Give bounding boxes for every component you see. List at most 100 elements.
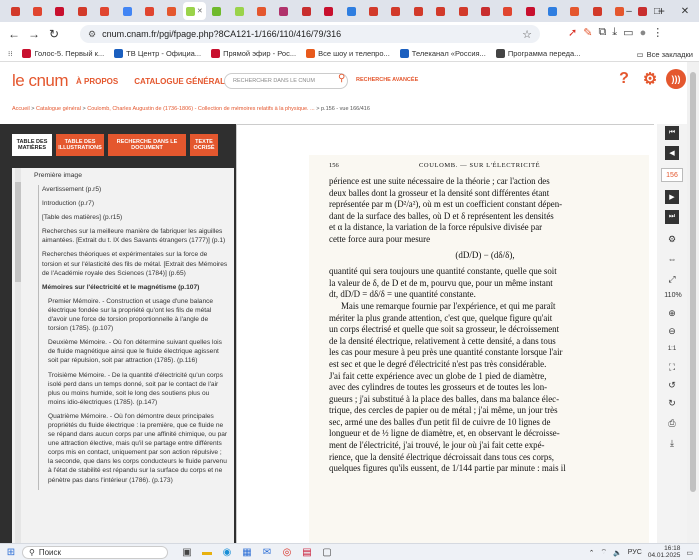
browser-tab[interactable]: [161, 2, 183, 20]
browser-tab[interactable]: [71, 2, 93, 20]
sidebar-icon[interactable]: ▭: [623, 26, 633, 39]
tab-table-of-contents[interactable]: TABLE DES MATIÈRES: [12, 134, 52, 156]
browser-tab[interactable]: [385, 2, 407, 20]
rss-icon[interactable]: ))): [666, 69, 686, 89]
browser-tab[interactable]: [138, 2, 160, 20]
toc-item[interactable]: Recherches théoriques et expérimentales …: [42, 250, 228, 277]
bookmark-star-icon[interactable]: ☆: [522, 28, 532, 41]
bookmark-item[interactable]: Телеканал «Россия...: [399, 49, 486, 58]
minimize-button[interactable]: –: [615, 6, 643, 17]
breadcrumb-document[interactable]: Coulomb, Charles Augustin de (1736-1806)…: [87, 106, 314, 112]
browser-scrollbar[interactable]: [687, 62, 699, 543]
tray-chevron-icon[interactable]: ⌃: [589, 549, 595, 557]
windows-start-icon[interactable]: ⊞: [0, 547, 22, 558]
toc-item[interactable]: Deuxième Mémoire. - Où l'on détermine su…: [48, 338, 228, 365]
downloads-icon[interactable]: ⤓: [612, 26, 617, 39]
toc-item[interactable]: Avertissement (p.r5): [42, 185, 228, 194]
zoom-in-icon[interactable]: ⊕: [665, 306, 679, 320]
browser-tab[interactable]: [362, 2, 384, 20]
page-settings-icon[interactable]: ⚙: [665, 232, 679, 246]
browser-tab[interactable]: [541, 2, 563, 20]
browser-tab[interactable]: [116, 2, 138, 20]
browser-tab[interactable]: [206, 2, 228, 20]
browser-tab[interactable]: [586, 2, 608, 20]
toc-item[interactable]: Recherches sur la meilleure manière de f…: [42, 227, 228, 245]
browser-tab[interactable]: [407, 2, 429, 20]
volume-icon[interactable]: 🔈: [613, 549, 622, 557]
tab-search-document[interactable]: RECHERCHE DANS LE DOCUMENT: [108, 134, 186, 156]
bookmark-item[interactable]: Голос-5. Первый к...: [22, 49, 104, 58]
rotate-right-icon[interactable]: ↻: [665, 396, 679, 410]
browser-tab[interactable]: [250, 2, 272, 20]
browser-tab[interactable]: [429, 2, 451, 20]
search-icon[interactable]: ⚲: [338, 73, 345, 84]
acrobat-icon[interactable]: ▤: [300, 546, 314, 559]
toc-first-image[interactable]: Première image: [34, 172, 82, 179]
toc-scrollbar-thumb[interactable]: [15, 182, 21, 282]
bookmark-item[interactable]: ТВ Центр - Официа...: [114, 49, 201, 58]
first-page-icon[interactable]: ⏮: [665, 126, 679, 140]
site-info-icon[interactable]: ⚙: [88, 29, 96, 40]
mail-icon[interactable]: ✉: [260, 546, 274, 559]
download-icon[interactable]: ⤓: [665, 436, 679, 450]
network-icon[interactable]: ⌔: [600, 548, 607, 557]
maximize-button[interactable]: □: [643, 6, 671, 17]
toc-item[interactable]: Premier Mémoire. - Construction et usage…: [48, 297, 228, 333]
breadcrumb-home[interactable]: Accueil: [12, 106, 30, 112]
tab-ocr-text[interactable]: TEXTE OCRISÉ: [190, 134, 218, 156]
browser-tab[interactable]: [228, 2, 250, 20]
toc-item[interactable]: Mémoires sur l'électricité et le magnéti…: [42, 283, 228, 292]
browser-tab[interactable]: [4, 2, 26, 20]
bookmark-item[interactable]: Программа переда...: [495, 49, 580, 58]
browser-tab[interactable]: [497, 2, 519, 20]
forward-icon[interactable]: →: [24, 27, 44, 41]
browser-tab[interactable]: [474, 2, 496, 20]
browser-tab[interactable]: [317, 2, 339, 20]
browser-tab[interactable]: [340, 2, 362, 20]
store-icon[interactable]: ▦: [240, 546, 254, 559]
app-icon[interactable]: ▢: [320, 546, 334, 559]
clock[interactable]: 16:18 04.01.2025: [648, 545, 681, 560]
page-number-input[interactable]: 156: [661, 168, 683, 182]
browser-tab[interactable]: [49, 2, 71, 20]
back-icon[interactable]: ←: [4, 27, 24, 41]
browser-tab[interactable]: [273, 2, 295, 20]
zoom-out-icon[interactable]: ⊖: [665, 324, 679, 338]
toc-item[interactable]: Quatrième Mémoire. - Où l'on démontre de…: [48, 412, 228, 485]
tab-close-icon[interactable]: ✕: [197, 7, 203, 15]
print-icon[interactable]: ⎙: [665, 416, 679, 430]
browser-scrollbar-thumb[interactable]: [690, 72, 696, 492]
address-bar[interactable]: ⚙ cnum.cnam.fr/pgi/fpage.php?8CA121-1/16…: [80, 25, 540, 43]
breadcrumb-catalogue[interactable]: Catalogue général: [36, 106, 81, 112]
browser-tab[interactable]: [564, 2, 586, 20]
reload-icon[interactable]: ↻: [44, 27, 64, 41]
toc-item[interactable]: Troisième Mémoire. - De la quantité d'él…: [48, 371, 228, 407]
all-bookmarks[interactable]: ▭ Все закладки: [637, 46, 693, 62]
browser-tab[interactable]: [26, 2, 48, 20]
tab-illustrations[interactable]: TABLE DES ILLUSTRATIONS: [56, 134, 104, 156]
browser-tab[interactable]: ✕: [183, 2, 206, 20]
nav-catalogue[interactable]: CATALOGUE GÉNÉRAL: [134, 77, 225, 86]
rotate-left-icon[interactable]: ↺: [665, 378, 679, 392]
browser-tab[interactable]: [519, 2, 541, 20]
next-page-icon[interactable]: ▶: [665, 190, 679, 204]
settings-gear-icon[interactable]: ⚙: [640, 69, 660, 89]
apps-grid-icon[interactable]: ⁝⁝: [8, 50, 12, 58]
keyboard-language[interactable]: РУС: [628, 549, 642, 556]
extension-feather-icon[interactable]: ✎: [583, 26, 592, 39]
browser-tab[interactable]: [295, 2, 317, 20]
cnum-logo[interactable]: le cnum: [12, 71, 69, 91]
last-page-icon[interactable]: ⏭: [665, 210, 679, 224]
actual-size-icon[interactable]: 1:1: [665, 342, 679, 356]
notifications-icon[interactable]: ▭: [686, 549, 693, 557]
toc-item[interactable]: [Table des matières] (p.r15): [42, 213, 228, 222]
browser-tab[interactable]: [452, 2, 474, 20]
previous-page-icon[interactable]: ◀: [665, 146, 679, 160]
chrome-icon[interactable]: ◎: [280, 546, 294, 559]
edge-icon[interactable]: ◉: [220, 546, 234, 559]
taskbar-search[interactable]: ⚲ Поиск: [22, 545, 168, 559]
bookmark-item[interactable]: Прямой эфир - Рос...: [211, 49, 296, 58]
task-view-icon[interactable]: ▣: [180, 546, 194, 559]
advanced-search-link[interactable]: RECHERCHE AVANCÉE: [356, 77, 418, 83]
nav-about[interactable]: À PROPOS: [76, 77, 118, 86]
